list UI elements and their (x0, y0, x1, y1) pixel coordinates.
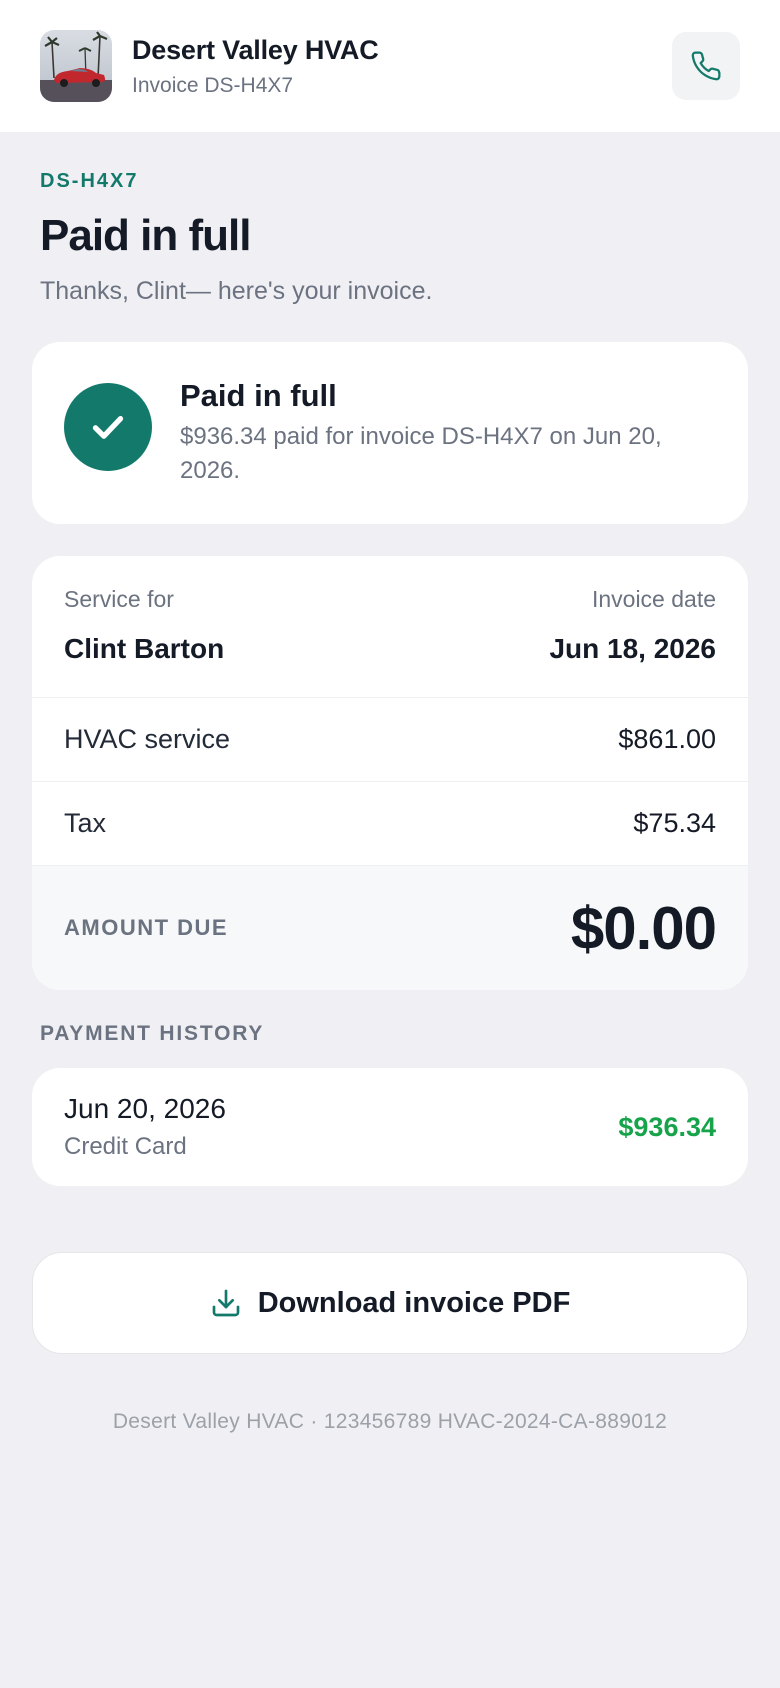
service-for-block: Service for Clint Barton (64, 586, 224, 697)
payment-history-heading: PAYMENT HISTORY (40, 1022, 265, 1045)
page-title: Paid in full (40, 211, 251, 260)
line-item: HVAC service $861.00 (32, 698, 748, 782)
paid-status-badge (64, 383, 152, 471)
customer-name: Clint Barton (64, 633, 225, 664)
download-pdf-button[interactable]: Download invoice PDF (32, 1252, 748, 1354)
line-item-amount: $75.34 (633, 808, 716, 838)
payment-info: Jun 20, 2026 Credit Card (64, 1093, 226, 1161)
invoice-label: Invoice DS-H4X7 (132, 73, 294, 97)
app-header: Desert Valley HVAC Invoice DS-H4X7 (0, 0, 780, 132)
amount-due-label: AMOUNT DUE (64, 915, 229, 940)
payment-amount: $936.34 (618, 1111, 716, 1142)
payment-history-item: Jun 20, 2026 Credit Card $936.34 (32, 1068, 748, 1186)
brand-block: Desert Valley HVAC Invoice DS-H4X7 (132, 35, 379, 98)
payment-status-card: Paid in full $936.34 paid for invoice DS… (32, 342, 748, 524)
invoice-details-card: Service for Clint Barton Invoice date Ju… (32, 556, 748, 990)
status-title: Paid in full (180, 378, 337, 413)
payment-date: Jun 20, 2026 (64, 1093, 226, 1124)
line-item: Tax $75.34 (32, 782, 748, 866)
invoice-id: DS-H4X7 (40, 170, 139, 192)
status-text: Paid in full $936.34 paid for invoice DS… (180, 378, 700, 488)
main-content: DS-H4X7 Paid in full Thanks, Clint— here… (0, 170, 780, 1434)
footer-text: Desert Valley HVAC · 123456789 HVAC-2024… (112, 1410, 668, 1433)
amount-due-value: $0.00 (570, 894, 717, 962)
check-icon (92, 416, 124, 439)
payment-method: Credit Card (64, 1133, 187, 1160)
business-name: Desert Valley HVAC (132, 34, 379, 65)
line-item-label: HVAC service (64, 724, 231, 754)
call-button[interactable] (672, 32, 740, 100)
page-subtitle: Thanks, Clint— here's your invoice. (40, 277, 433, 305)
phone-icon (691, 51, 721, 81)
service-for-label: Service for (64, 586, 174, 612)
line-item-label: Tax (64, 808, 107, 838)
invoice-date-block: Invoice date Jun 18, 2026 (549, 586, 716, 697)
invoice-meta: Service for Clint Barton Invoice date Ju… (32, 556, 748, 698)
download-icon (212, 1289, 240, 1317)
download-pdf-label: Download invoice PDF (257, 1286, 571, 1319)
status-description: $936.34 paid for invoice DS-H4X7 on Jun … (180, 423, 662, 484)
invoice-date-label: Invoice date (591, 586, 716, 612)
amount-due-row: AMOUNT DUE $0.00 (32, 866, 748, 990)
line-item-amount: $861.00 (618, 724, 716, 754)
invoice-date-value: Jun 18, 2026 (549, 633, 716, 664)
business-logo (40, 30, 112, 102)
